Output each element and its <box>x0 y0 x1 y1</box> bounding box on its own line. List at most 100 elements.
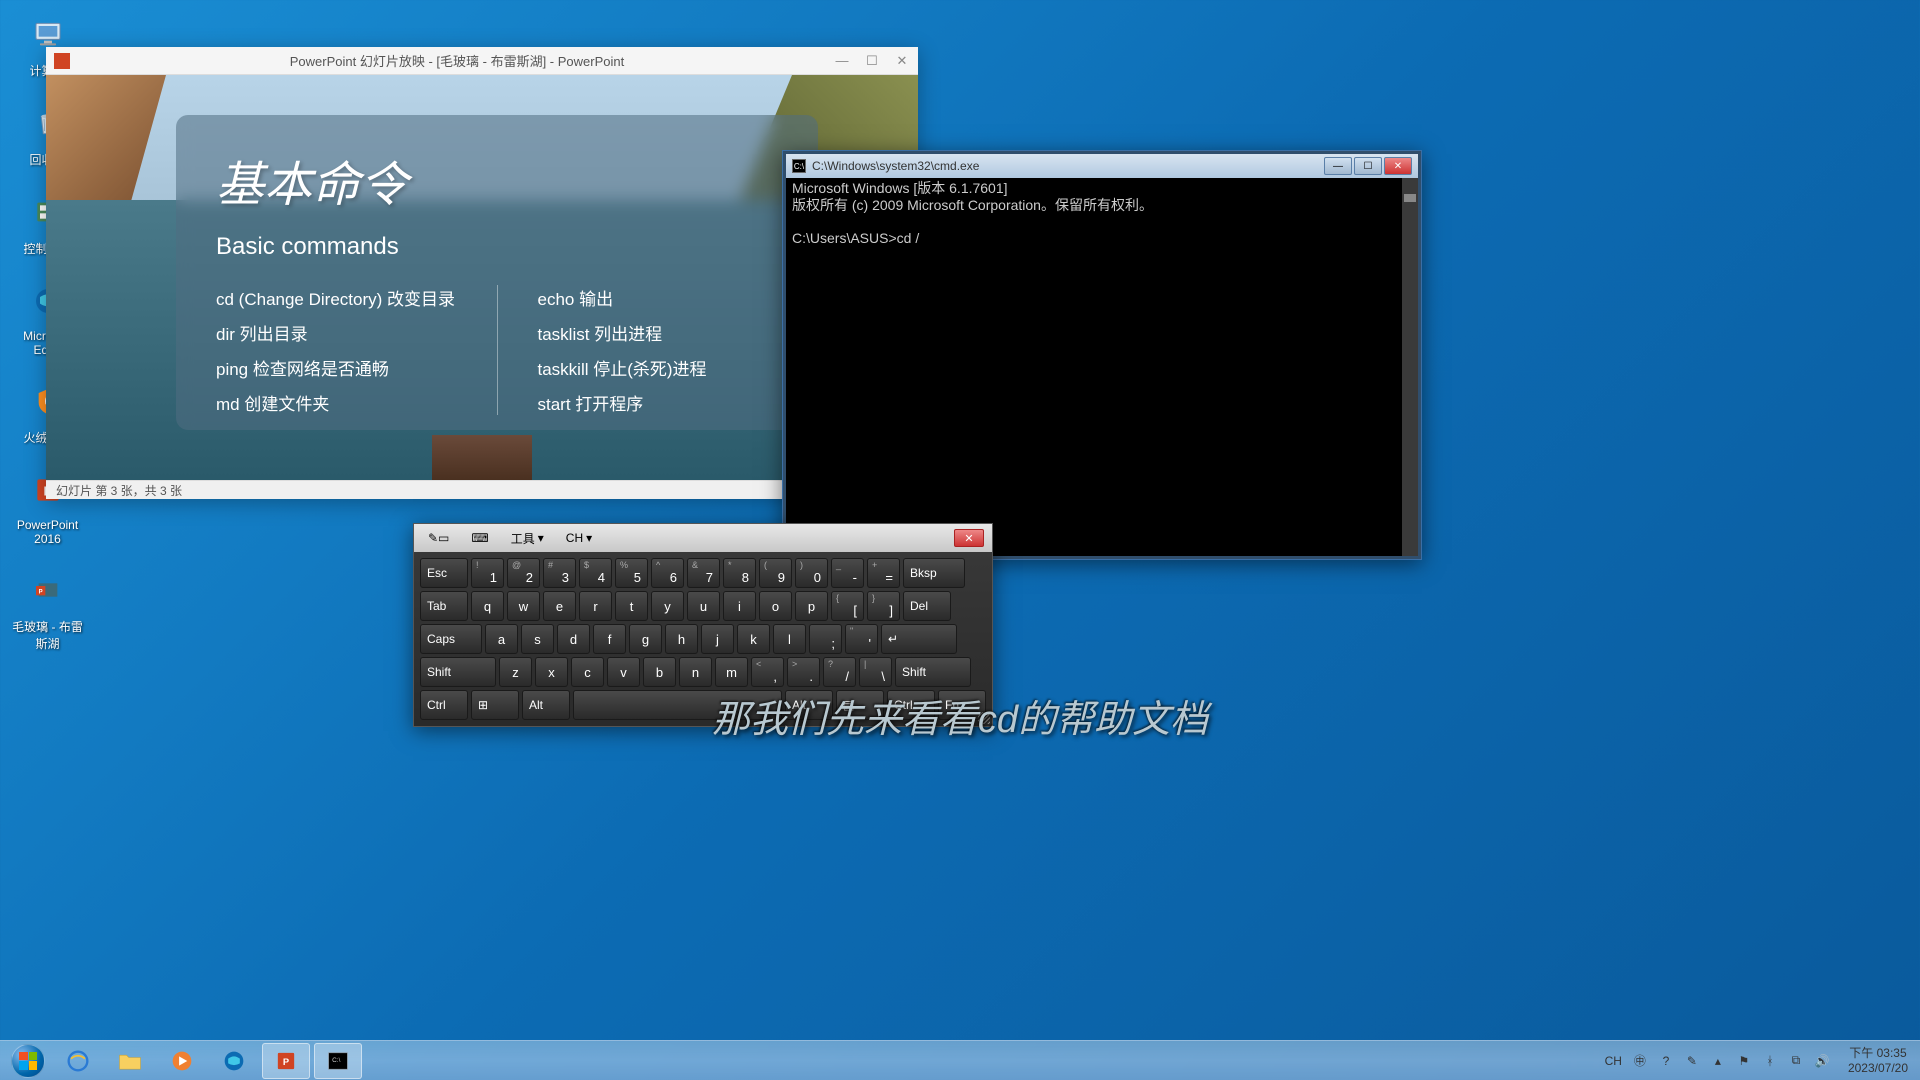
tray-flag-icon[interactable]: ⚑ <box>1736 1053 1752 1069</box>
osk-key[interactable]: Del <box>903 591 951 621</box>
osk-key[interactable]: %5 <box>615 558 648 588</box>
osk-key[interactable]: y <box>651 591 684 621</box>
osk-key[interactable]: ?/ <box>823 657 856 687</box>
osk-key[interactable]: *8 <box>723 558 756 588</box>
tray-lang-indicator[interactable]: CH <box>1605 1054 1622 1068</box>
osk-key[interactable]: ; <box>809 624 842 654</box>
close-button[interactable]: ✕ <box>1384 157 1412 175</box>
osk-key[interactable]: f <box>593 624 626 654</box>
osk-key[interactable]: += <box>867 558 900 588</box>
osk-key[interactable]: b <box>643 657 676 687</box>
osk-key[interactable]: >. <box>787 657 820 687</box>
osk-key[interactable]: Shift <box>420 657 496 687</box>
osk-key[interactable]: &7 <box>687 558 720 588</box>
osk-key[interactable]: Alt <box>522 690 570 720</box>
osk-key[interactable]: v <box>607 657 640 687</box>
tray-network-icon[interactable]: ⧉ <box>1788 1053 1804 1069</box>
taskbar-item-explorer[interactable] <box>106 1043 154 1079</box>
taskbar-item-media-player[interactable] <box>158 1043 206 1079</box>
taskbar-item-ie[interactable] <box>54 1043 102 1079</box>
cmd-terminal[interactable]: Microsoft Windows [版本 6.1.7601] 版权所有 (c)… <box>786 178 1418 556</box>
osk-key[interactable]: |\ <box>859 657 892 687</box>
maximize-button[interactable]: ☐ <box>1354 157 1382 175</box>
osk-tools-menu[interactable]: 工具 ▾ <box>505 528 550 549</box>
svg-text:P: P <box>38 589 42 595</box>
osk-key[interactable]: Ctrl <box>420 690 468 720</box>
osk-key[interactable]: _- <box>831 558 864 588</box>
cmd-titlebar[interactable]: C:\ C:\Windows\system32\cmd.exe — ☐ ✕ <box>786 154 1418 178</box>
taskbar-item-powerpoint[interactable]: P <box>262 1043 310 1079</box>
osk-key[interactable]: a <box>485 624 518 654</box>
osk-key[interactable]: <, <box>751 657 784 687</box>
osk-key[interactable]: Caps <box>420 624 482 654</box>
minimize-button[interactable]: — <box>834 53 850 69</box>
osk-key[interactable]: #3 <box>543 558 576 588</box>
osk-key[interactable]: s <box>521 624 554 654</box>
osk-key[interactable]: i <box>723 591 756 621</box>
osk-key[interactable]: ⊞ <box>471 690 519 720</box>
close-button[interactable]: ✕ <box>894 53 910 69</box>
scrollbar[interactable] <box>1402 178 1418 556</box>
osk-key[interactable]: d <box>557 624 590 654</box>
cmd-title: C:\Windows\system32\cmd.exe <box>812 159 1324 173</box>
osk-key[interactable]: j <box>701 624 734 654</box>
cmd-item: ping 检查网络是否通畅 <box>216 355 457 380</box>
osk-key[interactable]: o <box>759 591 792 621</box>
tray-help-icon[interactable]: ? <box>1658 1053 1674 1069</box>
osk-key[interactable]: (9 <box>759 558 792 588</box>
osk-key[interactable]: z <box>499 657 532 687</box>
desktop-icon-label: 毛玻璃 - 布雷斯湖 <box>10 618 85 652</box>
start-button[interactable] <box>8 1041 48 1080</box>
tray-bluetooth-icon[interactable]: ᚼ <box>1762 1053 1778 1069</box>
osk-key[interactable]: g <box>629 624 662 654</box>
osk-key[interactable]: Esc <box>420 558 468 588</box>
cmd-window: C:\ C:\Windows\system32\cmd.exe — ☐ ✕ Mi… <box>782 150 1422 560</box>
powerpoint-app-icon <box>54 53 70 69</box>
tray-tablet-icon[interactable]: ✎ <box>1684 1053 1700 1069</box>
osk-handwriting-button[interactable]: ✎▭ <box>422 529 455 547</box>
osk-key[interactable]: )0 <box>795 558 828 588</box>
osk-key[interactable]: !1 <box>471 558 504 588</box>
osk-key[interactable]: "' <box>845 624 878 654</box>
maximize-button[interactable]: ☐ <box>864 53 880 69</box>
osk-key[interactable]: k <box>737 624 770 654</box>
osk-close-button[interactable]: ✕ <box>954 529 984 547</box>
osk-key[interactable]: Bksp <box>903 558 965 588</box>
clock-date: 2023/07/20 <box>1848 1061 1908 1075</box>
osk-key[interactable]: w <box>507 591 540 621</box>
powerpoint-title: PowerPoint 幻灯片放映 - [毛玻璃 - 布雷斯湖] - PowerP… <box>80 51 834 70</box>
taskbar-item-edge[interactable] <box>210 1043 258 1079</box>
osk-key[interactable]: p <box>795 591 828 621</box>
tray-volume-icon[interactable]: 🔊 <box>1814 1053 1830 1069</box>
cmd-output-line: Microsoft Windows [版本 6.1.7601] <box>792 180 1412 197</box>
osk-key[interactable]: ↵ <box>881 624 957 654</box>
osk-key[interactable]: x <box>535 657 568 687</box>
taskbar-item-cmd[interactable]: C:\ <box>314 1043 362 1079</box>
osk-key[interactable]: m <box>715 657 748 687</box>
osk-key[interactable]: e <box>543 591 576 621</box>
osk-lang-menu[interactable]: CH ▾ <box>560 529 598 547</box>
video-subtitle: 那我们先来看看cd的帮助文档 <box>712 688 1208 743</box>
osk-key[interactable]: $4 <box>579 558 612 588</box>
osk-key[interactable]: @2 <box>507 558 540 588</box>
desktop-icon-ppt-file[interactable]: P 毛玻璃 - 布雷斯湖 <box>10 566 85 652</box>
osk-key[interactable]: u <box>687 591 720 621</box>
osk-key[interactable]: {[ <box>831 591 864 621</box>
osk-key[interactable]: h <box>665 624 698 654</box>
osk-key[interactable]: Tab <box>420 591 468 621</box>
osk-key[interactable]: r <box>579 591 612 621</box>
osk-key[interactable]: n <box>679 657 712 687</box>
taskbar-clock[interactable]: 下午 03:35 2023/07/20 <box>1848 1046 1908 1075</box>
osk-key[interactable]: q <box>471 591 504 621</box>
osk-key[interactable]: c <box>571 657 604 687</box>
osk-keyboard-button[interactable]: ⌨ <box>465 529 494 547</box>
osk-key[interactable]: l <box>773 624 806 654</box>
osk-key[interactable]: ^6 <box>651 558 684 588</box>
osk-key[interactable]: t <box>615 591 648 621</box>
osk-key[interactable]: }] <box>867 591 900 621</box>
tray-chevron-up-icon[interactable]: ▴ <box>1710 1053 1726 1069</box>
osk-key[interactable]: Shift <box>895 657 971 687</box>
tray-ime-icon[interactable]: ㊥ <box>1632 1053 1648 1069</box>
powerpoint-titlebar[interactable]: PowerPoint 幻灯片放映 - [毛玻璃 - 布雷斯湖] - PowerP… <box>46 47 918 75</box>
minimize-button[interactable]: — <box>1324 157 1352 175</box>
